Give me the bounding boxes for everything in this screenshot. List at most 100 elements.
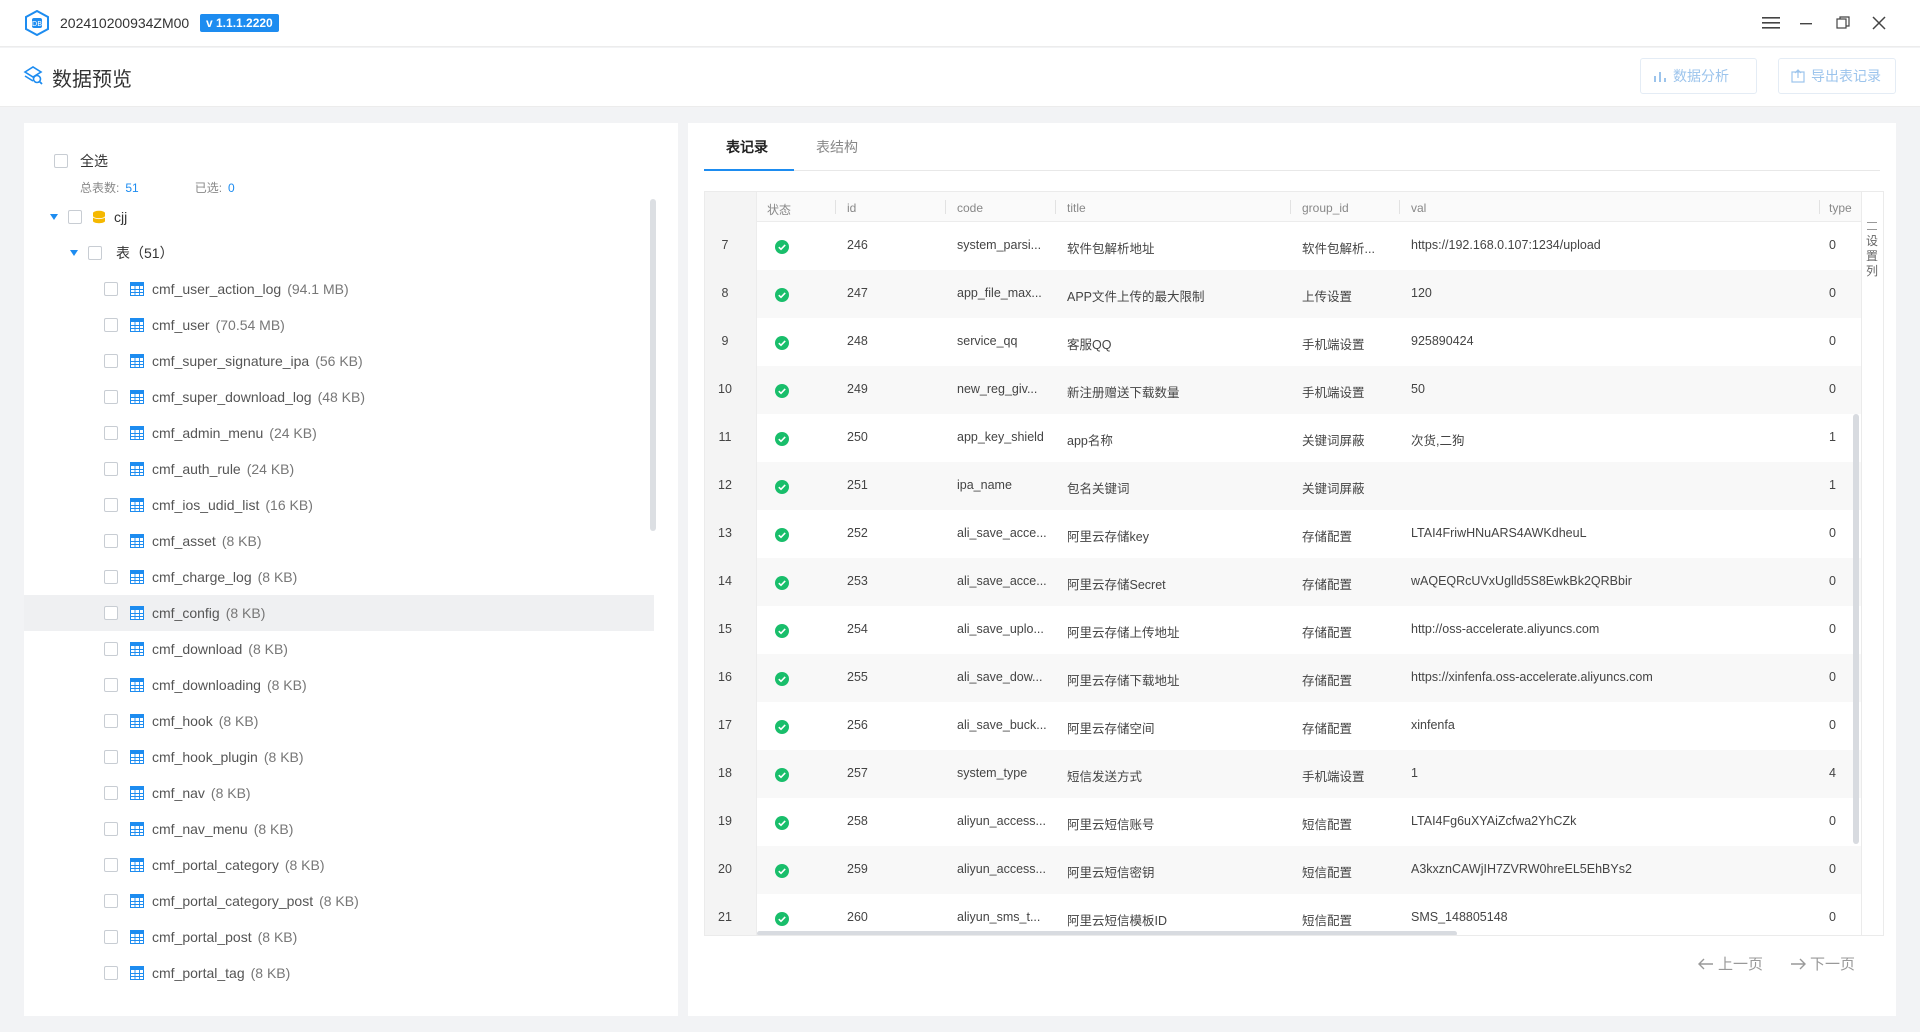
table-row[interactable]: 19 258 aliyun_access... 阿里云短信账号 短信配置 LTAI4Fg6… <box>705 798 1861 846</box>
restore-icon[interactable] <box>1832 12 1854 34</box>
tree-node-table[interactable]: cmf_charge_log (8 KB) <box>24 559 654 595</box>
tree-node-table-group[interactable]: 表（51） <box>24 235 654 271</box>
caret-down-icon[interactable] <box>70 250 78 256</box>
cell-idx: 11 <box>718 430 732 444</box>
menu-icon[interactable] <box>1760 12 1782 34</box>
table-size: (8 KB) <box>319 893 359 909</box>
tree-node-table[interactable]: cmf_portal_category (8 KB) <box>24 847 654 883</box>
table-checkbox[interactable] <box>104 498 118 512</box>
table-checkbox[interactable] <box>104 678 118 692</box>
table-checkbox[interactable] <box>104 390 118 404</box>
cell-val: 120 <box>1411 286 1432 300</box>
data-analysis-button[interactable]: 数据分析 <box>1640 58 1757 94</box>
table-row[interactable]: 13 252 ali_save_acce... 阿里云存储key 存储配置 LTAI4Fr… <box>705 510 1861 558</box>
table-row[interactable]: 17 256 ali_save_buck... 阿里云存储空间 存储配置 xinfenfa… <box>705 702 1861 750</box>
next-page-button[interactable]: 下一页 <box>1790 953 1855 974</box>
table-checkbox[interactable] <box>104 570 118 584</box>
table-row[interactable]: 11 250 app_key_shield app名称 关键词屏蔽 次货,二狗 1 <box>705 414 1861 462</box>
table-checkbox[interactable] <box>104 858 118 872</box>
check-circle-icon <box>775 912 789 926</box>
tree-node-table[interactable]: cmf_user (70.54 MB) <box>24 307 654 343</box>
close-icon[interactable] <box>1868 12 1890 34</box>
table-checkbox[interactable] <box>104 462 118 476</box>
table-checkbox[interactable] <box>104 786 118 800</box>
cell-val: xinfenfa <box>1411 718 1455 732</box>
table-checkbox[interactable] <box>104 354 118 368</box>
table-checkbox[interactable] <box>104 534 118 548</box>
table-checkbox[interactable] <box>104 318 118 332</box>
tree-node-table[interactable]: cmf_downloading (8 KB) <box>24 667 654 703</box>
total-count: 总表数: 51 <box>80 181 139 195</box>
tree-node-table[interactable]: cmf_portal_category_post (8 KB) <box>24 883 654 919</box>
tree-node-table[interactable]: cmf_super_signature_ipa (56 KB) <box>24 343 654 379</box>
table-checkbox[interactable] <box>104 282 118 296</box>
prev-page-button[interactable]: 上一页 <box>1698 953 1763 974</box>
table-checkbox[interactable] <box>104 606 118 620</box>
cell-group-id: 上传设置 <box>1302 290 1353 304</box>
tree-node-table[interactable]: cmf_nav (8 KB) <box>24 775 654 811</box>
tree-node-table[interactable]: cmf_config (8 KB) <box>24 595 654 631</box>
column-header-code[interactable]: code <box>957 201 983 215</box>
tree-node-table[interactable]: cmf_super_download_log (48 KB) <box>24 379 654 415</box>
table-checkbox[interactable] <box>104 426 118 440</box>
table-row[interactable]: 15 254 ali_save_uplo... 阿里云存储上传地址 存储配置 http:/… <box>705 606 1861 654</box>
tree-node-table[interactable]: cmf_download (8 KB) <box>24 631 654 667</box>
caret-down-icon[interactable] <box>50 214 58 220</box>
table-row[interactable]: 16 255 ali_save_dow... 阿里云存储下载地址 存储配置 https:/… <box>705 654 1861 702</box>
tree-node-table[interactable]: cmf_admin_menu (24 KB) <box>24 415 654 451</box>
tree-node-table[interactable]: cmf_asset (8 KB) <box>24 523 654 559</box>
table-row[interactable]: 14 253 ali_save_acce... 阿里云存储Secret 存储配置 wAQE… <box>705 558 1861 606</box>
table-row[interactable]: 12 251 ipa_name 包名关键词 关键词屏蔽 1 <box>705 462 1861 510</box>
database-name: cjj <box>114 209 128 225</box>
column-header-title[interactable]: title <box>1067 201 1086 215</box>
table-group-checkbox[interactable] <box>88 246 102 260</box>
tree-node-table[interactable]: cmf_user_action_log (94.1 MB) <box>24 271 654 307</box>
column-settings[interactable]: 设置列 <box>1862 191 1884 936</box>
table-checkbox[interactable] <box>104 750 118 764</box>
table-row[interactable]: 21 260 aliyun_sms_t... 阿里云短信模板ID 短信配置 SMS_148… <box>705 894 1861 935</box>
tree-scrollbar[interactable] <box>650 199 656 531</box>
column-header-type[interactable]: type <box>1829 201 1852 215</box>
database-checkbox[interactable] <box>68 210 82 224</box>
grid-vertical-scrollbar[interactable] <box>1853 414 1859 844</box>
tab-records[interactable]: 表记录 <box>726 137 768 157</box>
cell-title: 阿里云存储下载地址 <box>1067 674 1180 688</box>
tree-node-table[interactable]: cmf_portal_post (8 KB) <box>24 919 654 955</box>
column-header-group-id[interactable]: group_id <box>1302 201 1349 215</box>
table-checkbox[interactable] <box>104 714 118 728</box>
select-all-checkbox[interactable] <box>54 154 68 168</box>
tree-node-table[interactable]: cmf_ios_udid_list (16 KB) <box>24 487 654 523</box>
table-row[interactable]: 8 247 app_file_max... APP文件上传的最大限制 上传设置 120 0 <box>705 270 1861 318</box>
table-checkbox[interactable] <box>104 966 118 980</box>
tree-node-table[interactable]: cmf_nav_menu (8 KB) <box>24 811 654 847</box>
cell-idx: 7 <box>721 238 729 252</box>
tree-node-table[interactable]: cmf_hook_plugin (8 KB) <box>24 739 654 775</box>
tree-node-table[interactable]: cmf_portal_tag (8 KB) <box>24 955 654 991</box>
column-header-val[interactable]: val <box>1411 201 1426 215</box>
table-row[interactable]: 7 246 system_parsi... 软件包解析地址 软件包解析... https:… <box>705 222 1861 270</box>
column-header-id[interactable]: id <box>847 201 856 215</box>
grid-horizontal-scrollbar[interactable] <box>757 931 1457 935</box>
tab-structure[interactable]: 表结构 <box>816 137 858 157</box>
cell-val: 次货,二狗 <box>1411 434 1465 448</box>
table-name: cmf_portal_category <box>152 857 279 873</box>
cell-group-id: 存储配置 <box>1302 626 1353 640</box>
table-row[interactable]: 20 259 aliyun_access... 阿里云短信密钥 短信配置 A3kxznCA… <box>705 846 1861 894</box>
table-checkbox[interactable] <box>104 642 118 656</box>
page-header: 数据预览 数据分析 导出表记录 <box>0 48 1920 107</box>
tree-node-table[interactable]: cmf_hook (8 KB) <box>24 703 654 739</box>
table-name: cmf_portal_category_post <box>152 893 314 909</box>
select-all[interactable]: 全选 <box>54 151 108 171</box>
export-records-button[interactable]: 导出表记录 <box>1778 58 1896 94</box>
table-checkbox[interactable] <box>104 894 118 908</box>
tree-node-table[interactable]: cmf_auth_rule (24 KB) <box>24 451 654 487</box>
minimize-icon[interactable] <box>1796 12 1818 34</box>
table-size: (8 KB) <box>250 965 291 981</box>
tree-node-database[interactable]: cjj <box>24 199 654 235</box>
table-row[interactable]: 10 249 new_reg_giv... 新注册赠送下载数量 手机端设置 50 0 <box>705 366 1861 414</box>
table-row[interactable]: 18 257 system_type 短信发送方式 手机端设置 1 4 <box>705 750 1861 798</box>
column-header-status[interactable]: 状态 <box>767 201 791 218</box>
table-row[interactable]: 9 248 service_qq 客服QQ 手机端设置 925890424 0 <box>705 318 1861 366</box>
table-checkbox[interactable] <box>104 822 118 836</box>
table-checkbox[interactable] <box>104 930 118 944</box>
